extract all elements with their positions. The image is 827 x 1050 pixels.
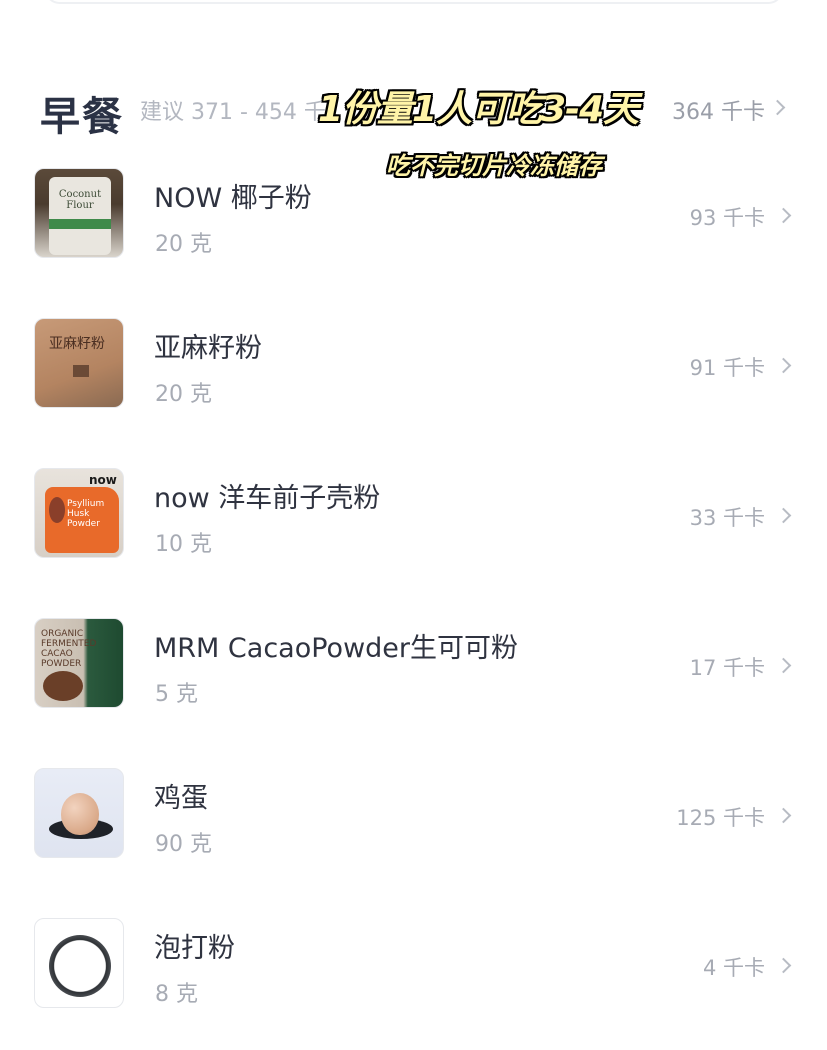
food-item[interactable]: 泡打粉 8 克 4 千卡	[0, 918, 827, 1028]
food-name: 泡打粉	[154, 933, 235, 964]
chevron-right-icon	[775, 657, 792, 674]
psyllium-husk-thumbnail: now Psyllium Husk Powder	[34, 468, 124, 558]
food-calories: 17 千卡	[689, 656, 765, 680]
food-amount: 20 克	[155, 382, 212, 407]
chevron-right-icon	[775, 357, 792, 374]
overlay-caption-title: 1份量1人可吃3-4天	[318, 89, 639, 130]
food-amount: 90 克	[155, 832, 212, 857]
previous-card-edge	[44, 0, 784, 4]
food-amount: 10 克	[155, 532, 212, 557]
food-calories: 33 千卡	[689, 506, 765, 530]
meal-title: 早餐	[40, 94, 124, 140]
cacao-powder-thumbnail: ORGANIC FERMENTED CACAO POWDER	[34, 618, 124, 708]
chevron-right-icon	[775, 807, 792, 824]
chevron-right-icon	[769, 99, 786, 116]
egg-thumbnail	[34, 768, 124, 858]
food-name: 亚麻籽粉	[154, 333, 262, 364]
flaxseed-powder-thumbnail: 亚麻籽粉	[34, 318, 124, 408]
food-item[interactable]: 亚麻籽粉 亚麻籽粉 20 克 91 千卡	[0, 318, 827, 428]
food-name: now 洋车前子壳粉	[154, 483, 381, 514]
food-calories: 93 千卡	[689, 206, 765, 230]
thumbnail-label: 亚麻籽粉	[49, 336, 105, 352]
baking-powder-thumbnail	[34, 918, 124, 1008]
meal-total-calories: 364 千卡	[672, 100, 765, 125]
food-name: NOW 椰子粉	[154, 183, 312, 214]
thumbnail-label: Coconut Flour	[58, 189, 102, 211]
food-item[interactable]: 鸡蛋 90 克 125 千卡	[0, 768, 827, 878]
thumbnail-logo: now	[89, 473, 117, 487]
thumbnail-label: ORGANIC FERMENTED CACAO POWDER	[41, 629, 97, 669]
food-name: MRM CacaoPowder生可可粉	[154, 633, 519, 664]
chevron-right-icon	[775, 507, 792, 524]
food-item[interactable]: ORGANIC FERMENTED CACAO POWDER MRM Cacao…	[0, 618, 827, 728]
food-item[interactable]: now Psyllium Husk Powder now 洋车前子壳粉 10 克…	[0, 468, 827, 578]
thumbnail-label: Psyllium Husk Powder	[67, 499, 105, 529]
chevron-right-icon	[775, 957, 792, 974]
suggested-calories: 建议 371 - 454 千	[140, 100, 326, 125]
food-amount: 5 克	[155, 682, 198, 707]
food-amount: 20 克	[155, 232, 212, 257]
coconut-flour-thumbnail: Coconut Flour	[34, 168, 124, 258]
food-calories: 4 千卡	[702, 956, 765, 980]
food-name: 鸡蛋	[154, 783, 208, 814]
food-calories: 125 千卡	[676, 806, 765, 830]
chevron-right-icon	[775, 207, 792, 224]
food-amount: 8 克	[155, 982, 198, 1007]
food-item[interactable]: Coconut Flour NOW 椰子粉 20 克 93 千卡	[0, 168, 827, 278]
food-calories: 91 千卡	[689, 356, 765, 380]
